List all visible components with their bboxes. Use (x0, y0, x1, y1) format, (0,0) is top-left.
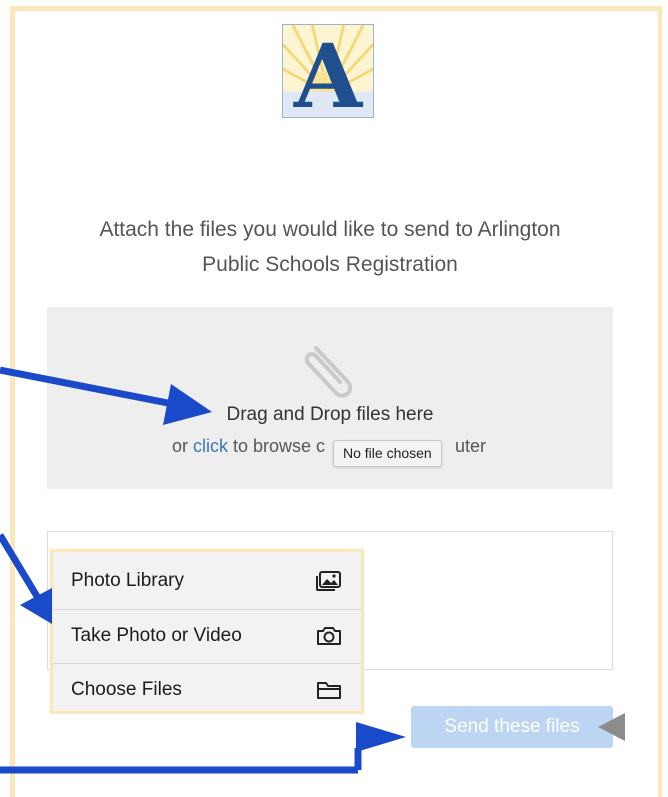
menu-item-take-photo[interactable]: Take Photo or Video (53, 609, 361, 662)
browse-tail: uter (455, 436, 487, 456)
browse-suffix: to browse c (228, 436, 326, 456)
logo-image: A (283, 25, 373, 117)
camera-icon (317, 627, 341, 645)
photo-library-icon (316, 570, 341, 591)
menu-item-label: Choose Files (71, 679, 182, 700)
arlington-logo: A (282, 24, 374, 118)
intro-line-1: Attach the files you would like to send … (99, 218, 561, 241)
drag-drop-label: Drag and Drop files here (226, 404, 434, 425)
menu-item-choose-files[interactable]: Choose Files (53, 663, 361, 716)
file-picker-menu: Photo Library Take Photo or Video Choose… (50, 549, 364, 714)
menu-item-photo-library[interactable]: Photo Library (53, 554, 361, 607)
logo-letter: A (293, 25, 364, 117)
menu-item-label: Photo Library (71, 569, 185, 591)
no-file-tooltip: No file chosen (333, 440, 442, 467)
send-files-button[interactable]: Send these files (411, 706, 613, 748)
intro-line-2: Public Schools Registration (202, 253, 458, 276)
intro-text: Attach the files you would like to send … (60, 212, 600, 282)
paperclip-icon (304, 346, 353, 398)
browse-click-link[interactable]: click (193, 436, 228, 456)
folder-icon (317, 682, 341, 699)
browse-prefix: or (172, 436, 194, 456)
browse-line: or click to browse c uter (172, 436, 486, 457)
menu-item-label: Take Photo or Video (71, 625, 242, 646)
